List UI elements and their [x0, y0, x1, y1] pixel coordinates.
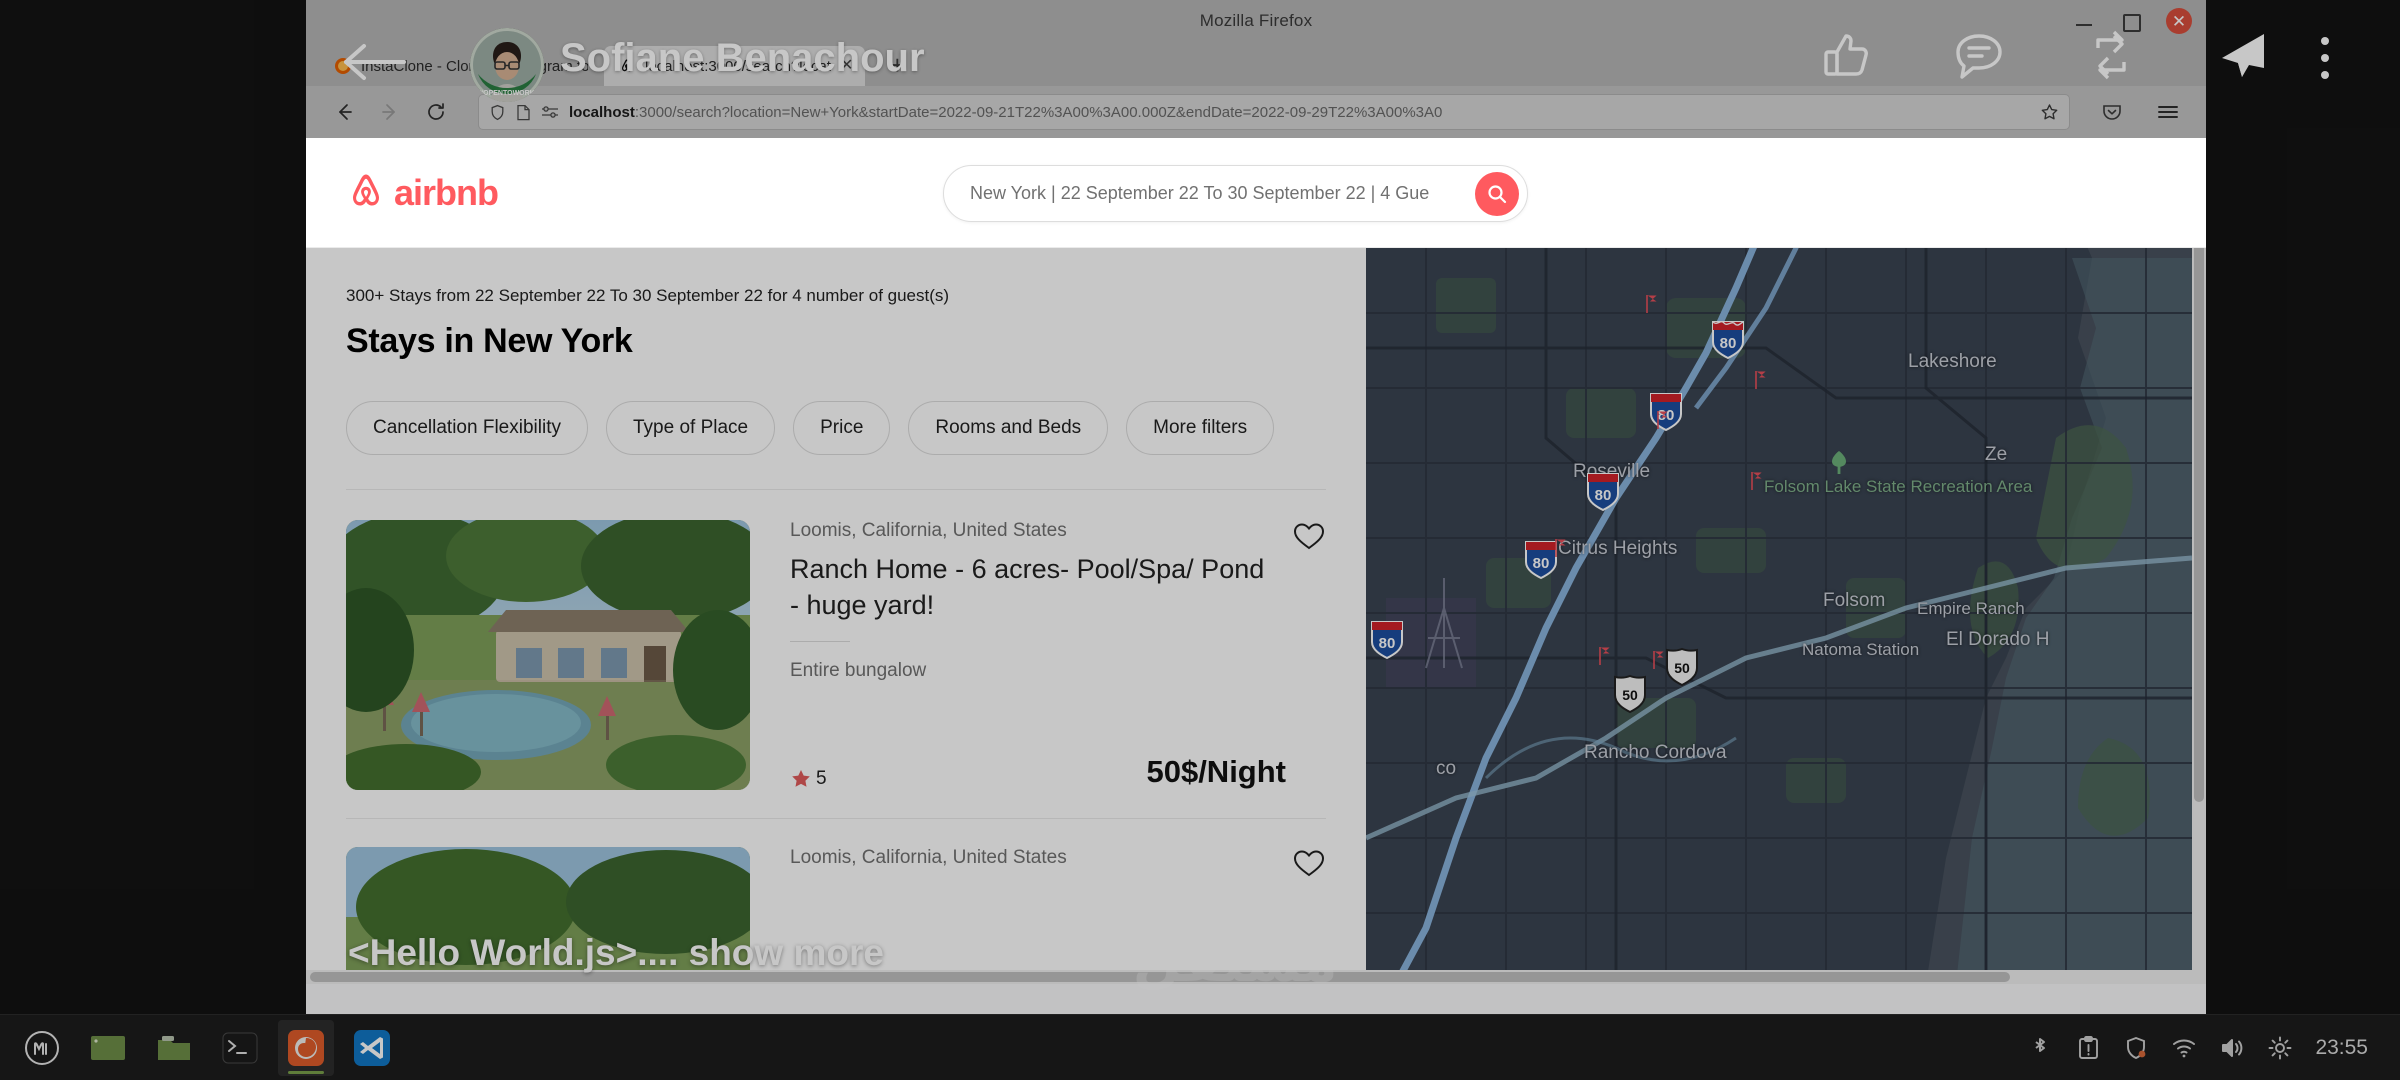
page-info-icon[interactable]	[516, 104, 531, 121]
tracking-protection-icon[interactable]	[541, 105, 559, 119]
search-button[interactable]	[1475, 171, 1519, 216]
file-manager-button[interactable]	[146, 1020, 202, 1076]
park-tree-icon	[1828, 450, 1850, 481]
star-icon	[792, 770, 810, 787]
shield-icon[interactable]	[489, 104, 506, 121]
listing-rating-value: 5	[816, 768, 827, 789]
results-list: 300+ Stays from 22 September 22 To 30 Se…	[306, 248, 1366, 984]
repost-icon[interactable]	[2084, 28, 2138, 82]
airbnb-logo[interactable]: airbnb	[346, 171, 499, 214]
listing-footer: 5 50$/Night	[790, 754, 1286, 790]
url-path: :3000/search?location=New+York&startDate…	[634, 103, 1443, 121]
listing-photo-image	[346, 847, 750, 984]
scrollbar-thumb[interactable]	[310, 972, 2010, 982]
hamburger-menu-icon[interactable]	[2148, 92, 2188, 132]
listing-title: Ranch Home - 6 acres- Pool/Spa/ Pond - h…	[790, 554, 1265, 620]
airbnb-icon	[618, 57, 636, 75]
back-button[interactable]	[324, 92, 364, 132]
listing-photo[interactable]	[346, 847, 750, 984]
horizontal-scrollbar[interactable]	[306, 970, 2192, 984]
firefox-button[interactable]	[278, 1019, 334, 1076]
map-panel[interactable]: Lakeshore Roseville Citrus Heights Folso…	[1366, 138, 2206, 984]
page-title: Stays in New York	[346, 322, 633, 360]
url-host: localhost	[569, 103, 635, 121]
web-page: airbnb New York | 22 September 22 To 30 …	[306, 138, 2206, 984]
filter-cancellation-flexibility[interactable]: Cancellation Flexibility	[346, 401, 588, 455]
dot	[2321, 54, 2329, 62]
thumbs-up-icon[interactable]	[1820, 28, 1874, 82]
terminal-button[interactable]	[212, 1020, 268, 1076]
more-vertical-icon[interactable]	[2305, 32, 2345, 84]
listing-rating: 5	[790, 768, 827, 790]
divider	[346, 489, 1326, 490]
back-arrow-icon[interactable]	[340, 36, 410, 88]
listing-location: Loomis, California, United States	[790, 520, 1067, 541]
screen: Mozilla Firefox ✕ InstaClone - Clone of …	[0, 0, 2400, 1080]
update-shield-icon[interactable]	[2123, 1035, 2149, 1061]
comment-icon[interactable]	[1952, 28, 2006, 82]
new-tab-button[interactable]: +	[879, 47, 915, 83]
filter-bar: Cancellation Flexibility Type of Place P…	[346, 401, 1326, 455]
listing-location: Loomis, California, United States	[790, 847, 1067, 868]
social-actions	[1820, 28, 2270, 82]
listing-details: Loomis, California, United States Ranch …	[790, 520, 1326, 790]
browser-tab-localhost[interactable]: localhost:3000/search?locat ✕	[604, 46, 866, 86]
taskbar-launchers	[14, 1019, 400, 1076]
search-value: New York | 22 September 22 To 30 Septemb…	[970, 183, 1430, 203]
clipboard-icon[interactable]	[2075, 1035, 2101, 1061]
window-list-button[interactable]	[80, 1020, 136, 1076]
volume-icon[interactable]	[2219, 1035, 2245, 1061]
vscode-button[interactable]	[344, 1020, 400, 1076]
bookmark-star-icon[interactable]	[2040, 103, 2059, 122]
svg-text:#OPENTOWORK: #OPENTOWORK	[479, 90, 535, 97]
search-icon	[1488, 184, 1507, 203]
listing-photo-image	[346, 520, 750, 790]
tab-label: localhost:3000/search?locat	[645, 57, 831, 75]
forward-button[interactable]	[370, 92, 410, 132]
filter-more-filters[interactable]: More filters	[1126, 401, 1275, 455]
taskbar: 23:55	[0, 1014, 2400, 1080]
listing-details: Loomis, California, United States	[790, 847, 1326, 984]
filter-price[interactable]: Price	[793, 401, 891, 455]
airbnb-wordmark: airbnb	[394, 171, 499, 213]
filter-rooms-and-beds[interactable]: Rooms and Beds	[908, 401, 1109, 455]
pocket-icon[interactable]	[2092, 92, 2132, 132]
listing-card[interactable]: Loomis, California, United States	[346, 818, 1326, 984]
navigation-toolbar: localhost:3000/search?location=New+York&…	[306, 86, 2206, 138]
listing-type: Entire bungalow	[790, 660, 927, 682]
listing-photo[interactable]	[346, 520, 750, 790]
search-input[interactable]: New York | 22 September 22 To 30 Septemb…	[943, 165, 1528, 222]
tab-close-icon[interactable]: ✕	[840, 58, 853, 74]
wifi-icon[interactable]	[2171, 1035, 2197, 1061]
site-header: airbnb New York | 22 September 22 To 30 …	[306, 138, 2206, 248]
listing-price: 50$/Night	[1146, 754, 1286, 789]
filter-type-of-place[interactable]: Type of Place	[605, 401, 776, 455]
system-tray: 23:55	[2027, 1035, 2386, 1061]
clock[interactable]: 23:55	[2315, 1036, 2368, 1060]
avatar[interactable]: #OPENTOWORK	[470, 28, 544, 102]
dot	[2321, 37, 2329, 45]
send-icon[interactable]	[2216, 28, 2270, 82]
url-bar[interactable]: localhost:3000/search?location=New+York&…	[478, 94, 2070, 130]
firefox-window: Mozilla Firefox ✕ InstaClone - Clone of …	[306, 0, 2206, 1015]
dot	[2321, 71, 2329, 79]
bluetooth-icon[interactable]	[2027, 1035, 2053, 1061]
window-title: Mozilla Firefox	[1199, 11, 1313, 30]
heart-icon[interactable]	[1292, 520, 1326, 554]
results-column: 300+ Stays from 22 September 22 To 30 Se…	[306, 138, 1366, 984]
toolbar-right	[2092, 92, 2188, 132]
listing-rule	[790, 641, 850, 643]
heart-icon[interactable]	[1292, 847, 1326, 881]
map-canvas	[1366, 138, 2192, 984]
url-text: localhost:3000/search?location=New+York&…	[569, 104, 2030, 121]
brightness-icon[interactable]	[2267, 1035, 2293, 1061]
listing-card[interactable]: Loomis, California, United States Ranch …	[346, 520, 1326, 818]
results-subtitle: 300+ Stays from 22 September 22 To 30 Se…	[346, 286, 950, 305]
mint-menu-button[interactable]	[14, 1020, 70, 1076]
vertical-scrollbar[interactable]	[2192, 138, 2206, 984]
reload-button[interactable]	[416, 92, 456, 132]
airbnb-mark-icon	[353, 174, 379, 205]
